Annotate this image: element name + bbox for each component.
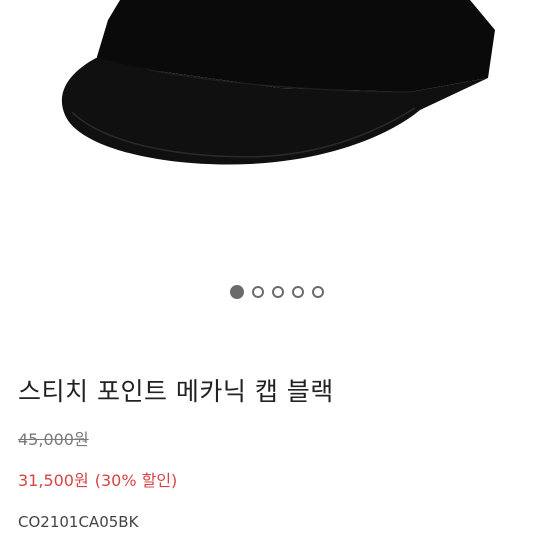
carousel-dot-2[interactable]: [252, 286, 264, 298]
sale-price-row: 31,500원 (30% 할인): [18, 467, 183, 491]
product-code: CO2101CA05BK: [18, 513, 139, 531]
carousel-dot-1[interactable]: [230, 285, 244, 299]
carousel-dot-3[interactable]: [272, 286, 284, 298]
carousel-dot-5[interactable]: [312, 286, 324, 298]
discount-rate: (30% 할인): [94, 471, 178, 490]
original-price: 45,000원: [18, 430, 89, 449]
carousel-dot-4[interactable]: [292, 286, 304, 298]
product-image[interactable]: [0, 0, 554, 260]
cap-photo: [61, 0, 495, 165]
product-title: 스티치 포인트 메카닉 캡 블랙: [18, 377, 334, 406]
sale-price: 31,500원: [18, 471, 89, 490]
carousel-dots: [0, 285, 554, 299]
